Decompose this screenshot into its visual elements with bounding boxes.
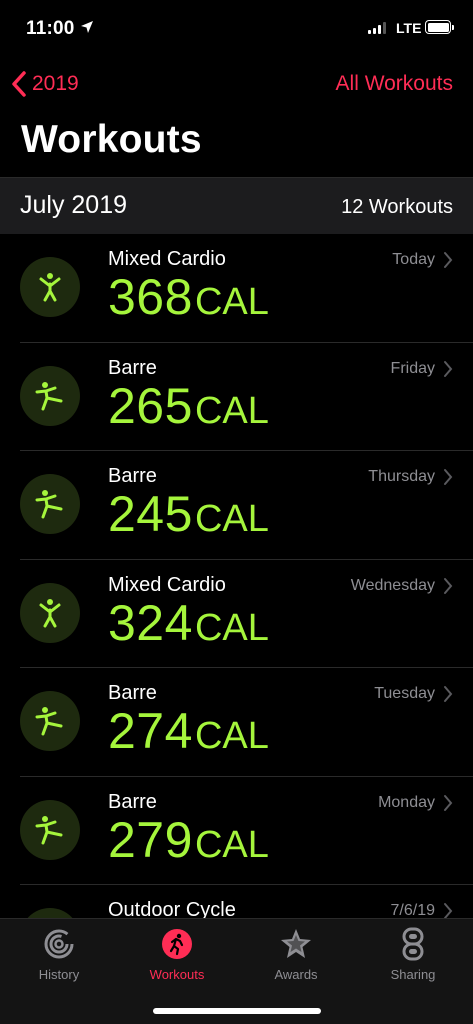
tab-workouts[interactable]: Workouts — [127, 927, 227, 982]
calorie-value: 368 — [108, 269, 193, 325]
workout-date: Today — [392, 251, 435, 268]
calorie-unit: CAL — [194, 606, 269, 649]
chevron-right-icon — [444, 577, 453, 594]
calorie-unit: CAL — [194, 389, 269, 432]
navigation-bar: 2019 All Workouts — [0, 60, 473, 108]
workout-date: Tuesday — [374, 685, 435, 702]
workout-date: Wednesday — [350, 576, 435, 594]
back-button[interactable]: 2019 — [10, 70, 79, 98]
chevron-right-icon — [444, 360, 453, 377]
back-button-label: 2019 — [32, 72, 79, 95]
barre-icon — [20, 474, 80, 534]
workout-row[interactable]: Barre 274 CAL Tuesday — [0, 668, 473, 777]
mixed-cardio-icon — [20, 257, 80, 317]
calorie-unit: CAL — [194, 715, 269, 757]
barre-icon — [20, 799, 80, 860]
calorie-value: 324 — [108, 594, 193, 651]
workout-calories: 274 CAL — [108, 702, 269, 760]
tab-label: Workouts — [149, 967, 205, 982]
barre-icon — [20, 691, 80, 751]
workout-row[interactable]: Barre 279 CAL Monday — [0, 777, 473, 886]
sharing-icon — [396, 927, 430, 961]
section-workout-count: 12 Workouts — [341, 196, 453, 218]
workout-row[interactable]: Mixed Cardio 324 CAL Wednesday — [0, 560, 473, 669]
workout-calories: 245 CAL — [108, 485, 269, 543]
calorie-value: 265 — [108, 377, 193, 434]
workout-calories: 265 CAL — [108, 377, 269, 435]
workout-row[interactable]: Mixed Cardio 368 CAL Today — [0, 234, 473, 343]
workout-calories: 324 CAL — [108, 594, 269, 652]
workout-row[interactable]: Barre 245 CAL Thursday — [0, 451, 473, 560]
battery-icon — [425, 20, 454, 34]
workout-date: Thursday — [368, 468, 435, 485]
calorie-unit: CAL — [194, 498, 269, 540]
tab-sharing[interactable]: Sharing — [363, 927, 463, 982]
award-star-icon — [279, 927, 313, 961]
workout-date: Friday — [390, 359, 435, 377]
section-month: July 2019 — [20, 191, 128, 219]
tab-awards[interactable]: Awards — [246, 927, 346, 982]
history-rings-icon — [42, 927, 76, 961]
workout-row[interactable]: Barre 265 CAL Friday — [0, 343, 473, 452]
network-type: LTE — [396, 20, 422, 36]
status-bar: 11:00 LTE — [0, 0, 473, 56]
page-title: Workouts — [21, 118, 202, 161]
workout-date: Monday — [378, 793, 435, 811]
chevron-left-icon — [12, 71, 26, 97]
calorie-unit: CAL — [194, 823, 269, 866]
status-time: 11:00 — [26, 18, 75, 39]
workout-list: Mixed Cardio 368 CAL Today Barre 265 CAL F… — [0, 234, 473, 994]
chevron-right-icon — [444, 794, 453, 811]
workout-runner-icon — [160, 927, 194, 961]
calorie-unit: CAL — [194, 281, 269, 323]
calorie-value: 274 — [108, 703, 193, 759]
tab-label: Sharing — [390, 967, 436, 982]
chevron-right-icon — [444, 469, 453, 485]
all-workouts-button[interactable]: All Workouts — [336, 72, 453, 96]
home-indicator[interactable] — [153, 1008, 321, 1014]
tab-history[interactable]: History — [9, 927, 109, 982]
workout-calories: 368 CAL — [108, 268, 269, 326]
mixed-cardio-icon — [20, 582, 80, 643]
section-header: July 2019 12 Workouts — [0, 177, 473, 234]
tab-label: History — [38, 967, 80, 982]
chevron-right-icon — [444, 686, 453, 702]
workout-calories: 279 CAL — [108, 811, 269, 869]
cellular-signal-icon — [368, 22, 386, 34]
chevron-right-icon — [444, 252, 453, 268]
tab-label: Awards — [274, 967, 318, 982]
calorie-value: 279 — [108, 811, 193, 868]
calorie-value: 245 — [108, 486, 193, 542]
barre-icon — [20, 365, 80, 426]
location-arrow-icon — [81, 21, 93, 33]
